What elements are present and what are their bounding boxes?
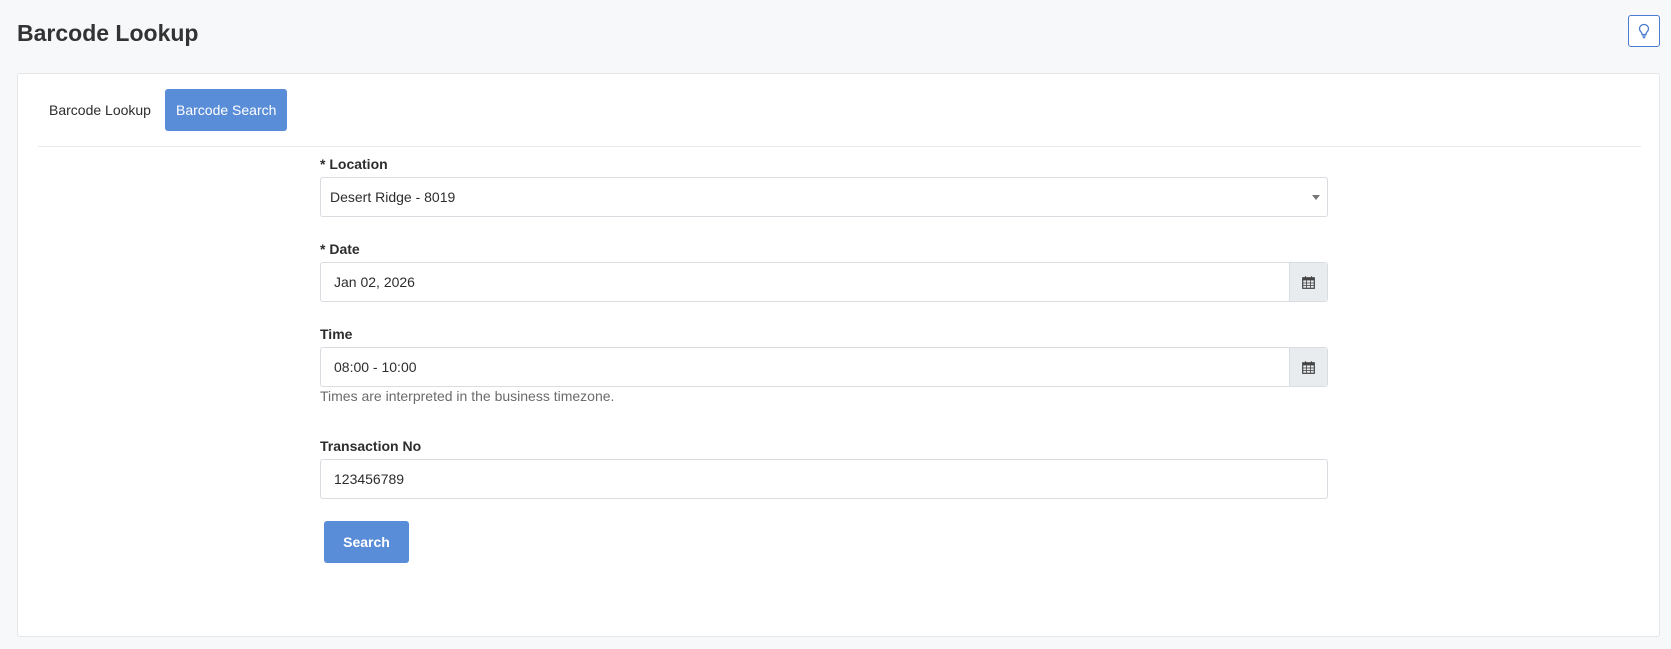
time-label: Time [320,326,353,342]
location-select[interactable]: Desert Ridge - 8019 [320,177,1328,217]
tab-bar: Barcode Lookup Barcode Search [38,89,1641,147]
time-picker-button[interactable] [1289,348,1327,386]
date-input[interactable]: Jan 02, 2026 [320,262,1328,302]
calendar-icon [1302,360,1315,374]
calendar-icon [1302,275,1315,289]
hint-button[interactable] [1628,15,1660,47]
chevron-down-icon [1312,195,1320,200]
tab-barcode-lookup[interactable]: Barcode Lookup [38,89,162,131]
time-value: 08:00 - 10:00 [334,359,417,375]
page-title: Barcode Lookup [17,20,199,46]
tab-barcode-search[interactable]: Barcode Search [165,89,288,131]
location-label: * Location [320,156,388,172]
search-button[interactable]: Search [324,521,409,563]
transaction-label: Transaction No [320,438,422,454]
barcode-card: Barcode Lookup Barcode Search * Location… [17,73,1660,637]
transaction-input[interactable]: 123456789 [320,459,1328,499]
date-label: * Date [320,241,360,257]
date-picker-button[interactable] [1289,263,1327,301]
date-value: Jan 02, 2026 [334,274,415,290]
lightbulb-icon [1638,23,1650,39]
transaction-value: 123456789 [334,471,405,487]
location-value: Desert Ridge - 8019 [330,189,456,205]
time-help-text: Times are interpreted in the business ti… [320,388,615,404]
time-input[interactable]: 08:00 - 10:00 [320,347,1328,387]
